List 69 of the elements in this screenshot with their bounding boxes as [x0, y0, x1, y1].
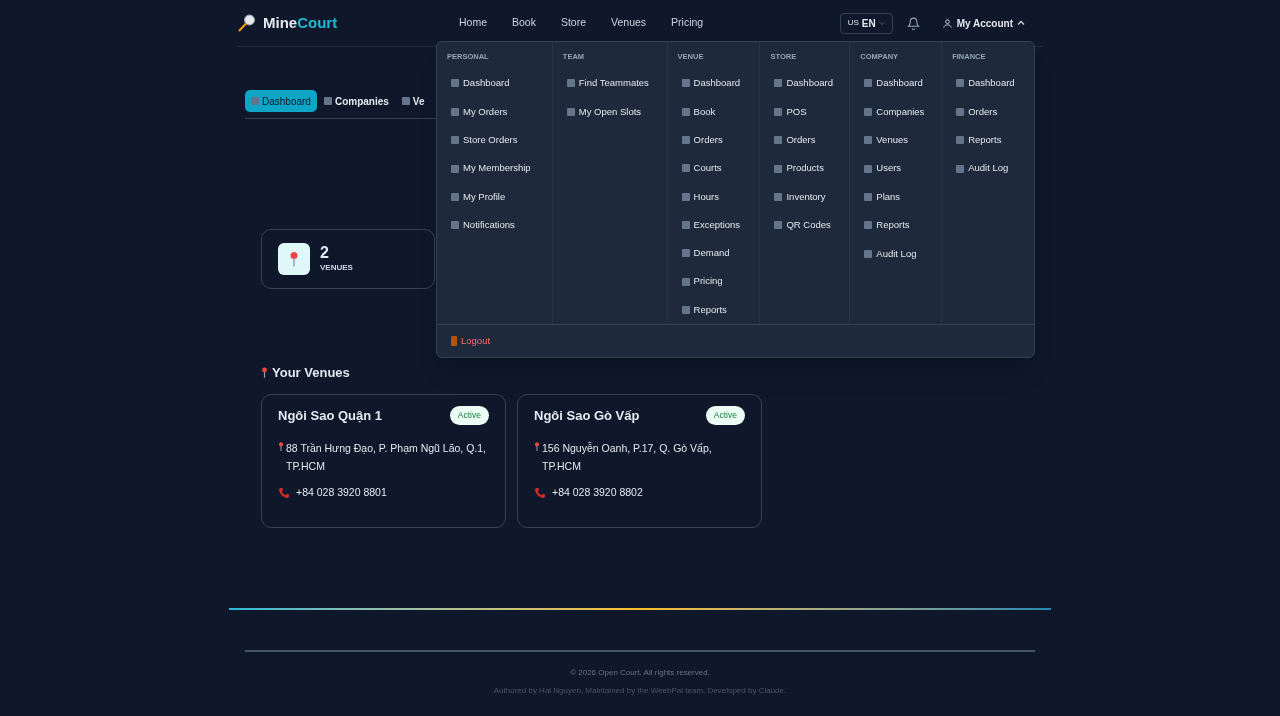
menu-item[interactable]: Reports: [677, 295, 760, 325]
status-badge: Active: [449, 405, 489, 425]
menu-item[interactable]: Dashboard: [952, 69, 1034, 98]
venue-phone: +84 028 3920 8801: [296, 485, 387, 500]
nav-link[interactable]: Pricing: [671, 15, 704, 31]
chevron-down-icon: [878, 20, 885, 26]
language-button[interactable]: US EN: [839, 12, 893, 34]
phone-icon: [534, 486, 546, 499]
venue-phone: +84 028 3920 8802: [552, 485, 643, 500]
menu-item[interactable]: Dashboard: [677, 69, 760, 98]
menu-item[interactable]: My Profile: [447, 182, 552, 212]
phone-icon: [278, 486, 290, 499]
menu-item[interactable]: Hours: [677, 182, 760, 211]
stat-label: VENUES: [320, 262, 353, 274]
menu-item[interactable]: Reports: [952, 126, 1034, 155]
menu-item[interactable]: My Open Slots: [562, 97, 667, 127]
copyright-text: © 2026 Open Court. All rights reserved.: [570, 666, 710, 679]
menu-item[interactable]: My Orders: [447, 97, 552, 127]
menu-item[interactable]: QR Codes: [770, 211, 850, 240]
nav-link[interactable]: Venues: [611, 15, 647, 31]
menu-item[interactable]: Inventory: [770, 182, 850, 212]
menu-item[interactable]: Pricing: [677, 267, 760, 296]
logout-button[interactable]: Logout: [451, 333, 491, 349]
account-button[interactable]: My Account: [941, 15, 1025, 31]
menu-item[interactable]: Courts: [677, 154, 760, 183]
menu-item[interactable]: Products: [770, 154, 850, 183]
menu-item[interactable]: Orders: [770, 126, 850, 155]
venue-address: 156 Nguyễn Oanh, P.17, Q. Gò Vấp, TP.HCM: [542, 441, 713, 474]
tab[interactable]: Companies: [317, 90, 395, 112]
menu-item[interactable]: Store Orders: [447, 126, 552, 155]
user-icon: [941, 17, 953, 29]
menu-item[interactable]: My Membership: [447, 154, 552, 183]
pin-icon: [261, 366, 268, 380]
menu-item[interactable]: Reports: [860, 211, 942, 240]
section-heading: Your Venues: [272, 364, 350, 382]
menu-item[interactable]: Demand: [677, 239, 760, 268]
nav-link[interactable]: Store: [560, 15, 587, 31]
menu-item[interactable]: Dashboard: [860, 69, 942, 98]
menu-item[interactable]: Dashboard: [770, 69, 850, 98]
menu-item[interactable]: Orders: [677, 125, 760, 155]
menu-item[interactable]: Notifications: [447, 211, 552, 240]
venue-card[interactable]: Ngôi Sao Quận 1 Active 88 Trần Hưng Đạo, P. Phạm Ngũ Lão, Q.1, TP.HCM +84 028 3920 8801: [261, 393, 506, 528]
status-badge: Active: [705, 405, 745, 425]
menu-item[interactable]: Exceptions: [677, 210, 760, 240]
menu-item[interactable]: Orders: [952, 97, 1034, 127]
pin-icon: [289, 250, 299, 268]
bell-icon[interactable]: [906, 16, 920, 30]
venue-name: Ngôi Sao Quận 1: [278, 406, 382, 425]
menu-item[interactable]: Plans: [860, 182, 942, 212]
menu-item[interactable]: Companies: [860, 97, 942, 127]
stat-value: 2: [320, 244, 330, 262]
tab[interactable]: Dashboard: [245, 90, 317, 112]
racket-icon: [237, 13, 257, 33]
menu-item[interactable]: Find Teammates: [562, 69, 667, 98]
chevron-icon: [1017, 19, 1025, 27]
logo-text[interactable]: MineCourt: [263, 11, 338, 35]
venue-name: Ngôi Sao Gò Vấp: [534, 406, 640, 425]
venue-card[interactable]: Ngôi Sao Gò Vấp Active 156 Nguyễn Oanh, P.17, Q. Gò Vấp, TP.HCM +84 028 3920 8802: [517, 393, 762, 528]
menu-item[interactable]: Audit Log: [952, 154, 1034, 183]
menu-item[interactable]: Users: [860, 154, 942, 183]
nav-link[interactable]: Book: [512, 15, 536, 31]
menu-item[interactable]: Audit Log: [860, 239, 942, 268]
venue-address: 88 Trần Hưng Đạo, P. Phạm Ngũ Lão, Q.1, TP.HCM: [286, 441, 488, 474]
menu-item[interactable]: Dashboard: [447, 69, 552, 98]
menu-item[interactable]: POS: [770, 97, 850, 127]
menu-item[interactable]: Book: [677, 97, 760, 126]
nav-link[interactable]: Home: [459, 15, 487, 31]
tab[interactable]: Ve: [395, 90, 431, 112]
menu-item[interactable]: Venues: [860, 126, 942, 155]
